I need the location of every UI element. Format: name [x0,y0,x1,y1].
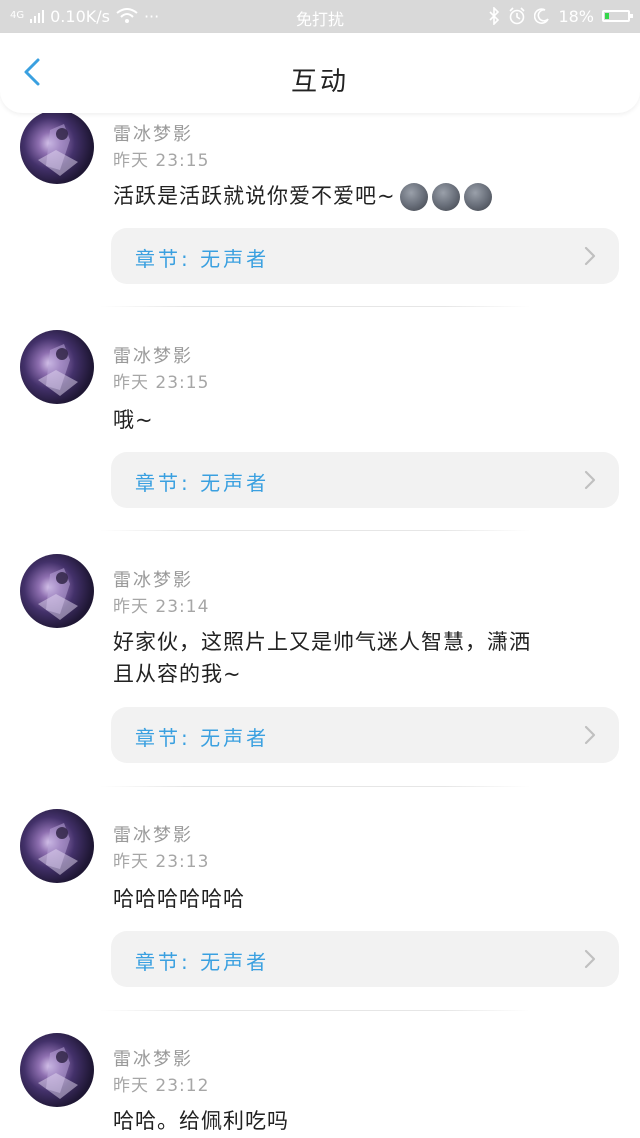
comment-text: 活跃是活跃就说你爱不爱吧~ [113,180,613,212]
avatar[interactable] [20,554,94,628]
alarm-icon [509,7,526,25]
avatar[interactable] [20,330,94,404]
author-name[interactable]: 雷冰梦影 [113,120,193,146]
avatar[interactable] [20,1033,94,1107]
author-name[interactable]: 雷冰梦影 [113,566,193,592]
avatar[interactable] [20,809,94,883]
chevron-right-icon [584,470,596,490]
page-title: 互动 [290,67,349,97]
chapter-link[interactable]: 章节: 无声者 [111,931,619,987]
moon-face-emoji-icon [399,183,428,211]
author-name[interactable]: 雷冰梦影 [113,821,193,847]
chevron-right-icon [584,246,596,266]
author-name[interactable]: 雷冰梦影 [113,342,193,368]
avatar[interactable] [20,110,94,184]
comment-time: 昨天 23:14 [113,597,210,617]
status-bar: 4G 0.10K/s ··· 免打扰 18% [0,0,640,33]
moon-icon [534,8,550,24]
chapter-label: 章节: 无声者 [135,471,270,495]
chevron-right-icon [584,725,596,745]
chapter-link[interactable]: 章节: 无声者 [111,452,619,508]
chapter-label: 章节: 无声者 [135,247,270,271]
comment-text-line: 好家伙，这照片上又是帅气迷人智慧，潇洒 [113,630,531,654]
comment-text-body: 活跃是活跃就说你爱不爱吧~ [113,184,396,208]
comment-text: 哈哈哈哈哈哈 [113,887,245,911]
comment-text: 好家伙，这照片上又是帅气迷人智慧，潇洒 且从容的我~ [113,626,613,690]
chapter-link[interactable]: 章节: 无声者 [111,228,619,284]
nav-header: 互动 [0,33,640,113]
author-name[interactable]: 雷冰梦影 [113,1045,193,1071]
comment-time: 昨天 23:13 [113,852,210,872]
moon-face-emoji-icon [431,183,460,211]
chevron-right-icon [584,949,596,969]
bluetooth-icon [489,7,500,25]
divider [100,1010,530,1011]
comment-text-line: 且从容的我~ [113,662,242,686]
comment-time: 昨天 23:15 [113,373,210,393]
status-right: 18% [488,6,633,26]
chapter-link[interactable]: 章节: 无声者 [111,707,619,763]
chapter-label: 章节: 无声者 [135,726,270,750]
chapter-label: 章节: 无声者 [135,950,270,974]
battery-percent: 18% [558,6,594,26]
comment-text: 哦~ [113,408,154,432]
comment-time: 昨天 23:12 [113,1076,210,1096]
battery-icon [602,10,633,22]
divider [100,786,530,787]
divider [100,306,530,307]
battery-fill [605,13,609,19]
comment-text: 哈哈。给佩利吃吗 [113,1109,289,1133]
comment-time: 昨天 23:15 [113,151,210,171]
moon-face-emoji-icon [463,183,492,211]
divider [100,530,530,531]
